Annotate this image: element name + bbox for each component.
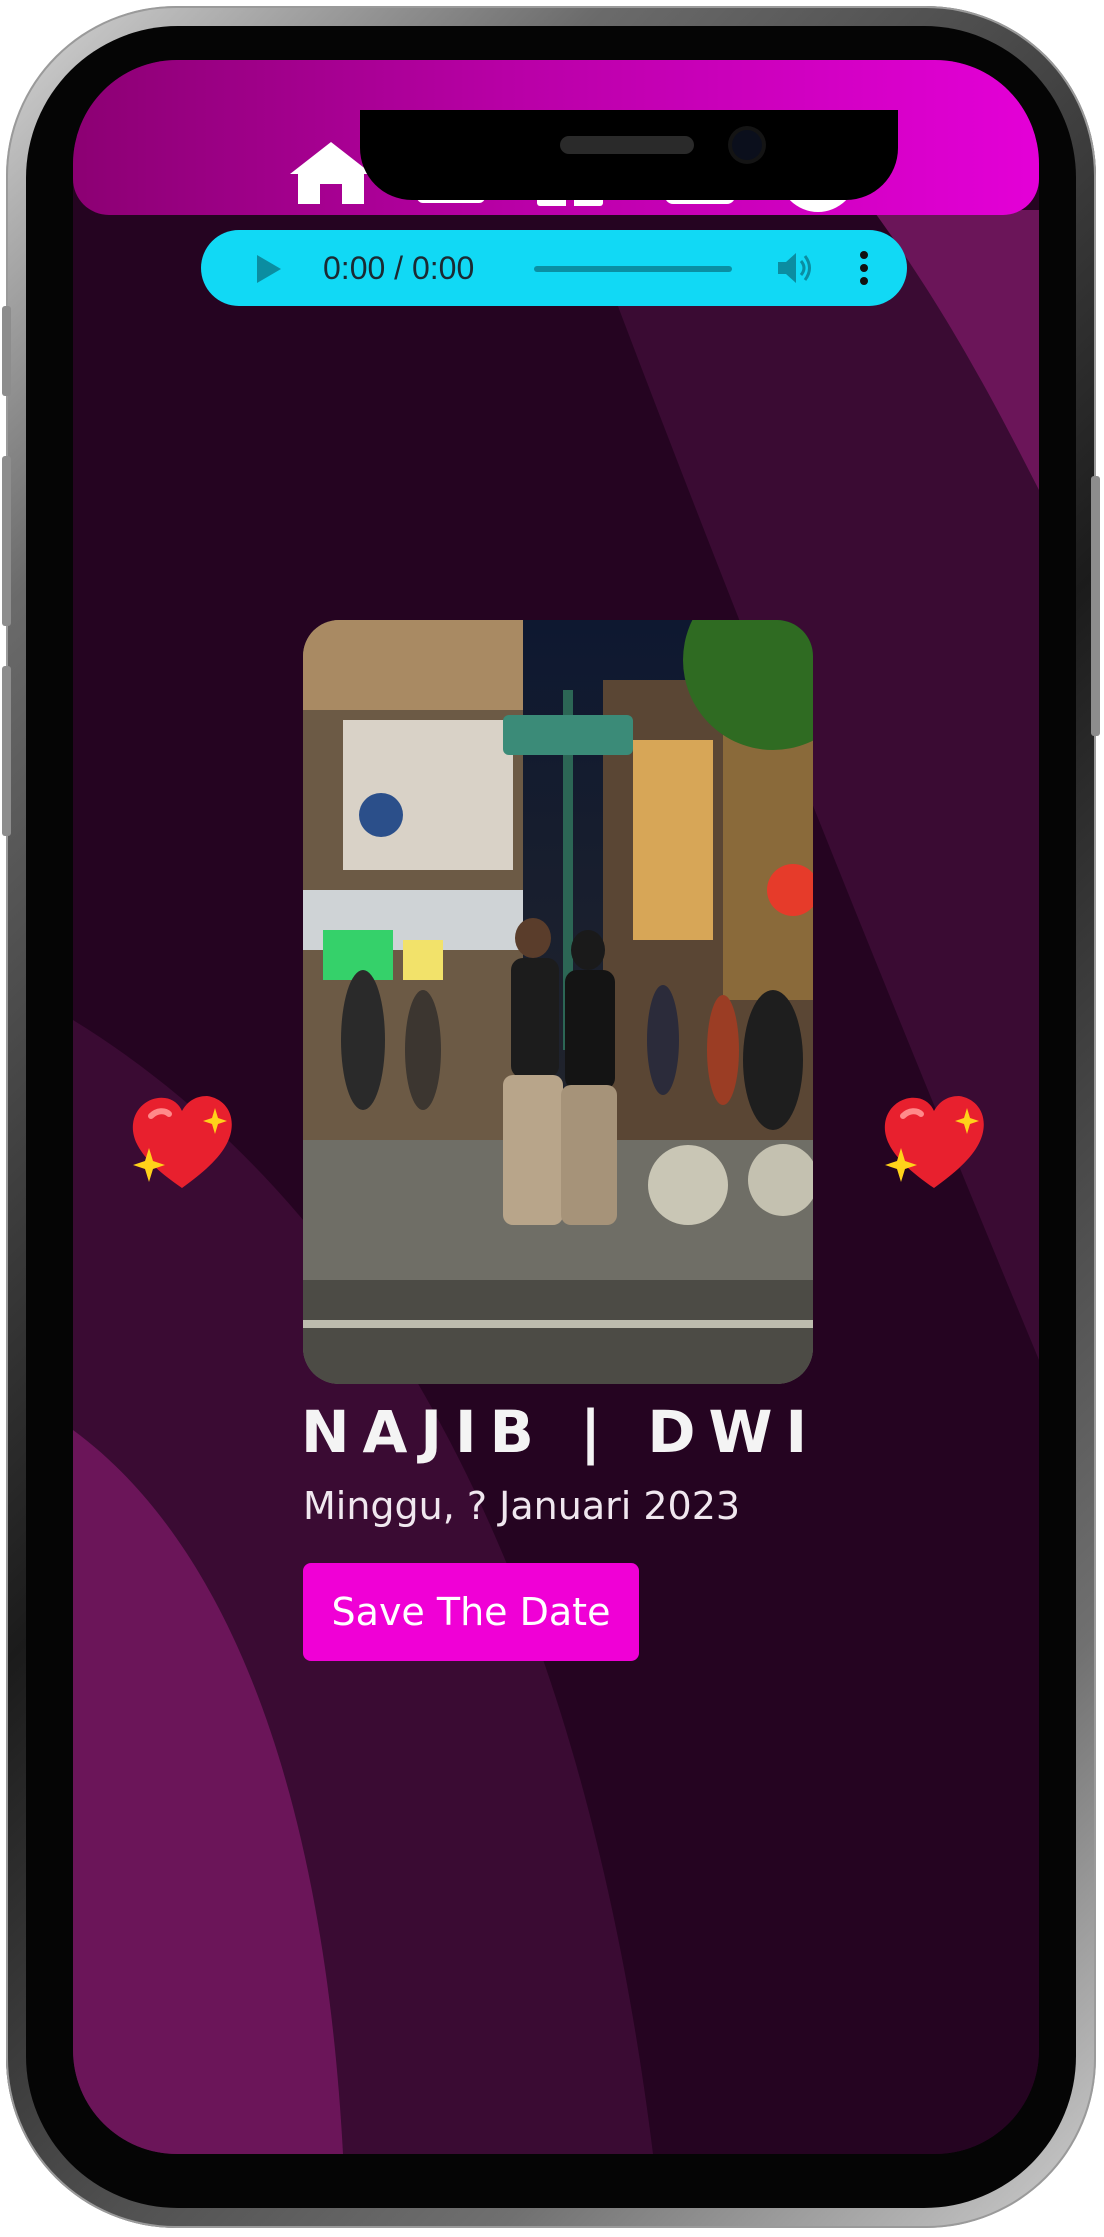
play-icon[interactable] (255, 254, 283, 284)
audio-progress-bar[interactable] (534, 266, 732, 272)
sparkling-heart-icon (884, 1096, 984, 1188)
phone-notch (360, 110, 898, 200)
couple-photo (303, 620, 813, 1384)
phone-side-button (1091, 476, 1100, 736)
sparkling-heart-icon (132, 1096, 232, 1188)
audio-player[interactable]: 0:00 / 0:00 (201, 230, 907, 306)
front-camera (732, 130, 762, 160)
more-options-icon[interactable] (858, 250, 870, 286)
phone-side-button (2, 666, 11, 836)
event-date: Minggu, ? Januari 2023 (303, 1484, 741, 1528)
audio-time: 0:00 / 0:00 (323, 250, 475, 286)
phone-side-button (2, 306, 11, 396)
volume-icon[interactable] (776, 250, 816, 286)
couple-names: NAJIB | DWI (301, 1398, 821, 1466)
screen: 0:00 / 0:00 NAJIB | DWI Minggu, ? Januar… (73, 60, 1039, 2154)
save-the-date-button[interactable]: Save The Date (303, 1563, 639, 1661)
phone-speaker (560, 136, 694, 154)
phone-side-button (2, 456, 11, 626)
